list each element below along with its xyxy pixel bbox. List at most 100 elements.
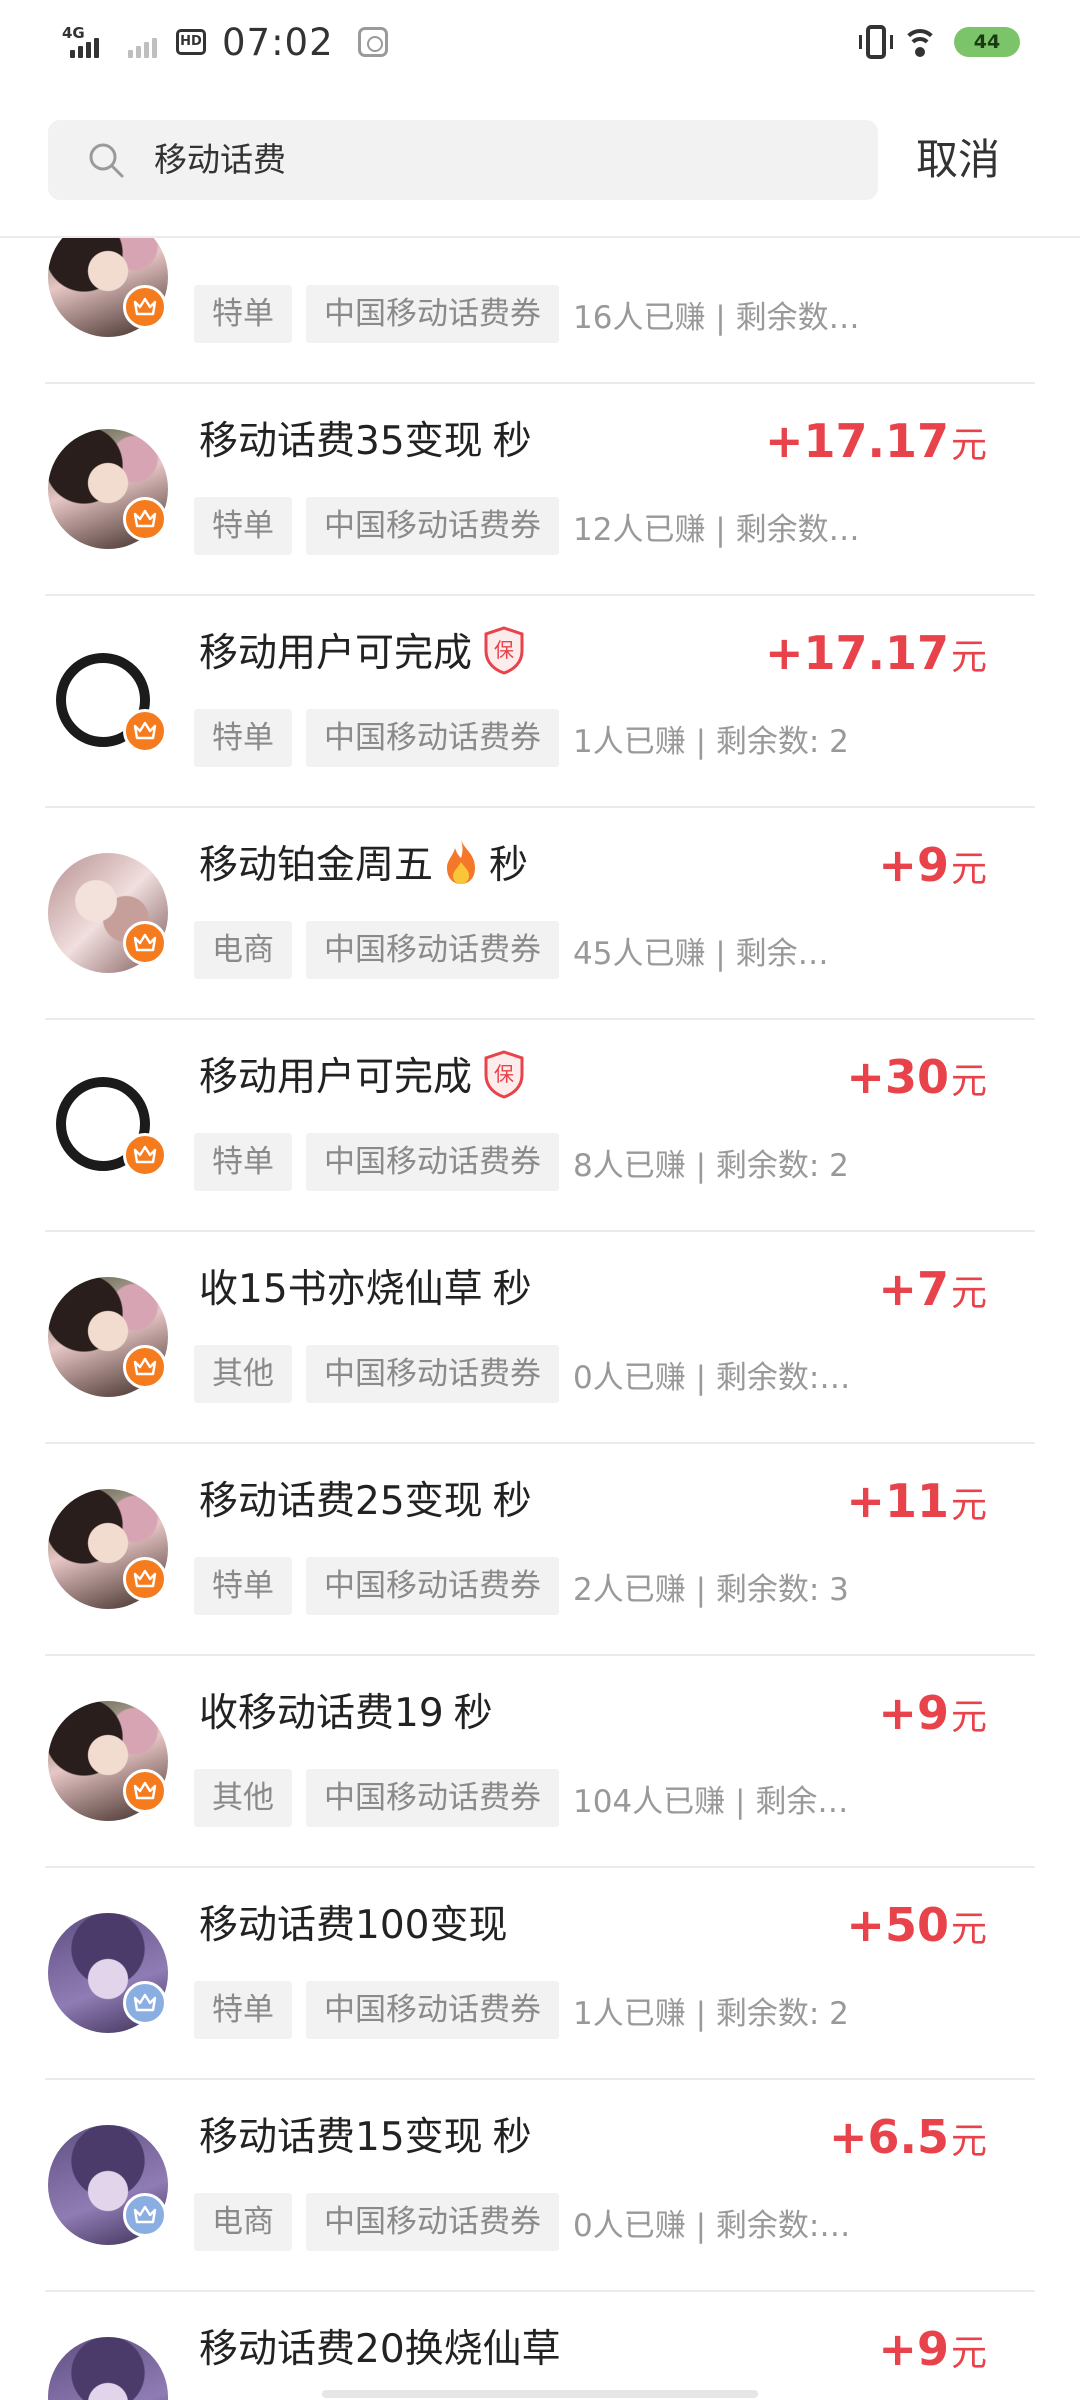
list-item[interactable]: 收15书亦烧仙草 秒 +7元 其他 中国移动话费券 0人已赚 | 剩余数:… bbox=[45, 1232, 1035, 1444]
list-item[interactable]: 收移动话费19 秒 +9元 其他 中国移动话费券 104人已赚 | 剩余… bbox=[45, 1656, 1035, 1868]
category-tag: 其他 bbox=[194, 1345, 292, 1403]
category-tag: 电商 bbox=[194, 2193, 292, 2251]
avatar bbox=[48, 2337, 168, 2400]
earned-stats: 0人已赚 | 剩余数:… bbox=[573, 2207, 851, 2244]
list-item[interactable]: 移动话费20换烧仙草 +9元 简单 中国移动话费券 75人已赚 | 剩余… bbox=[45, 2292, 1035, 2400]
crown-icon bbox=[133, 721, 157, 740]
crown-badge bbox=[123, 1557, 167, 1601]
svg-text:保: 保 bbox=[494, 1062, 514, 1086]
crown-badge bbox=[123, 709, 167, 753]
crown-badge bbox=[123, 1345, 167, 1389]
category-tag: 电商 bbox=[194, 921, 292, 979]
earned-stats: 2人已赚 | 剩余数: 3 bbox=[573, 1571, 849, 1608]
coupon-tag: 中国移动话费券 bbox=[306, 1769, 559, 1827]
cellular-signal-2-icon bbox=[118, 22, 166, 62]
reward-amount: +11元 bbox=[846, 1474, 987, 1528]
reward-amount: +17.17元 bbox=[764, 414, 987, 468]
earned-stats: 104人已赚 | 剩余… bbox=[573, 1783, 849, 1820]
crown-icon bbox=[133, 509, 157, 528]
earned-stats: 16人已赚 | 剩余数… bbox=[573, 299, 860, 336]
item-title: 移动铂金周五 bbox=[199, 843, 434, 888]
reward-amount: +7元 bbox=[878, 1262, 987, 1316]
list-item[interactable]: 移动话费15变现 秒 +6.5元 电商 中国移动话费券 0人已赚 | 剩余数:… bbox=[45, 2080, 1035, 2292]
item-title: 移动用户可完成 bbox=[199, 1055, 473, 1100]
crown-badge bbox=[123, 2193, 167, 2237]
reward-amount: +9元 bbox=[878, 2322, 987, 2376]
crown-icon bbox=[133, 1357, 157, 1376]
fire-icon bbox=[447, 840, 476, 884]
instant-label: 秒 bbox=[492, 1479, 532, 1524]
coupon-tag: 中国移动话费券 bbox=[306, 285, 559, 343]
category-tag: 特单 bbox=[194, 1133, 292, 1191]
crown-icon bbox=[133, 1993, 157, 2012]
reward-amount: +9元 bbox=[878, 1686, 987, 1740]
crown-icon bbox=[133, 297, 157, 316]
list-item[interactable]: 特单 中国移动话费券 16人已赚 | 剩余数… bbox=[45, 238, 1035, 384]
instant-label: 秒 bbox=[492, 419, 532, 464]
earned-stats: 8人已赚 | 剩余数: 2 bbox=[573, 1147, 849, 1184]
category-tag: 特单 bbox=[194, 497, 292, 555]
cancel-button[interactable]: 取消 bbox=[888, 120, 1028, 200]
item-title: 移动话费35变现 bbox=[199, 419, 483, 464]
list-item[interactable]: 移动用户可完成 保 +17.17元 特单 中国移动话费券 1人已赚 | 剩余数:… bbox=[45, 596, 1035, 808]
crown-icon bbox=[133, 1145, 157, 1164]
item-title: 移动话费15变现 bbox=[199, 2115, 483, 2160]
category-tag: 特单 bbox=[194, 1557, 292, 1615]
coupon-tag: 中国移动话费券 bbox=[306, 497, 559, 555]
coupon-tag: 中国移动话费券 bbox=[306, 921, 559, 979]
search-query: 移动话费 bbox=[154, 140, 286, 179]
task-list[interactable]: 特单 中国移动话费券 16人已赚 | 剩余数… 移动话费35变现 秒 +17.1… bbox=[0, 238, 1080, 2400]
coupon-tag: 中国移动话费券 bbox=[306, 1981, 559, 2039]
crown-icon bbox=[133, 933, 157, 952]
clock: 07:02 bbox=[222, 20, 334, 64]
item-title: 收15书亦烧仙草 bbox=[199, 1267, 483, 1312]
shield-bao-icon: 保 bbox=[484, 1050, 524, 1099]
crown-badge bbox=[123, 1769, 167, 1813]
reward-amount: +30元 bbox=[846, 1050, 987, 1104]
battery-indicator: 44 bbox=[954, 27, 1020, 57]
crown-badge bbox=[123, 921, 167, 965]
reward-amount: +9元 bbox=[878, 838, 987, 892]
search-input[interactable]: 移动话费 bbox=[48, 120, 878, 200]
earned-stats: 45人已赚 | 剩余… bbox=[573, 935, 829, 972]
item-title: 移动话费100变现 bbox=[199, 1903, 508, 1948]
reward-amount: +17.17元 bbox=[764, 626, 987, 680]
crown-icon bbox=[133, 2205, 157, 2224]
hd-voice-icon: HD bbox=[176, 29, 206, 55]
coupon-tag: 中国移动话费券 bbox=[306, 1557, 559, 1615]
list-item[interactable]: 移动话费100变现 +50元 特单 中国移动话费券 1人已赚 | 剩余数: 2 bbox=[45, 1868, 1035, 2080]
category-tag: 特单 bbox=[194, 1981, 292, 2039]
home-indicator[interactable] bbox=[322, 2390, 758, 2398]
coupon-tag: 中国移动话费券 bbox=[306, 1133, 559, 1191]
list-item[interactable]: 移动话费35变现 秒 +17.17元 特单 中国移动话费券 12人已赚 | 剩余… bbox=[45, 384, 1035, 596]
notification-app-icon bbox=[357, 27, 388, 57]
instant-label: 秒 bbox=[489, 843, 529, 888]
coupon-tag: 中国移动话费券 bbox=[306, 1345, 559, 1403]
instant-label: 秒 bbox=[492, 1267, 532, 1312]
item-title: 移动话费20换烧仙草 bbox=[199, 2327, 561, 2372]
coupon-tag: 中国移动话费券 bbox=[306, 709, 559, 767]
status-bar: 4G HD 07:02 44 bbox=[0, 0, 1080, 84]
item-title: 收移动话费19 bbox=[199, 1691, 444, 1736]
crown-badge bbox=[123, 1981, 167, 2025]
item-title: 移动用户可完成 bbox=[199, 631, 473, 676]
category-tag: 特单 bbox=[194, 709, 292, 767]
list-item[interactable]: 移动用户可完成 保 +30元 特单 中国移动话费券 8人已赚 | 剩余数: 2 bbox=[45, 1020, 1035, 1232]
item-title: 移动话费25变现 bbox=[199, 1479, 483, 1524]
earned-stats: 12人已赚 | 剩余数… bbox=[573, 511, 860, 548]
earned-stats: 0人已赚 | 剩余数:… bbox=[573, 1359, 851, 1396]
shield-bao-icon: 保 bbox=[484, 626, 524, 675]
list-item[interactable]: 移动话费25变现 秒 +11元 特单 中国移动话费券 2人已赚 | 剩余数: 3 bbox=[45, 1444, 1035, 1656]
search-icon bbox=[89, 143, 124, 178]
crown-badge bbox=[123, 1133, 167, 1177]
vibrate-icon bbox=[859, 25, 893, 59]
instant-label: 秒 bbox=[453, 1691, 493, 1736]
crown-badge bbox=[123, 285, 167, 329]
crown-icon bbox=[133, 1569, 157, 1588]
crown-icon bbox=[133, 1781, 157, 1800]
reward-amount bbox=[985, 238, 987, 256]
wifi-icon bbox=[902, 27, 938, 57]
list-item[interactable]: 移动铂金周五 秒 +9元 电商 中国移动话费券 45人已赚 | 剩余… bbox=[45, 808, 1035, 1020]
earned-stats: 1人已赚 | 剩余数: 2 bbox=[573, 1995, 849, 2032]
earned-stats: 1人已赚 | 剩余数: 2 bbox=[573, 723, 849, 760]
